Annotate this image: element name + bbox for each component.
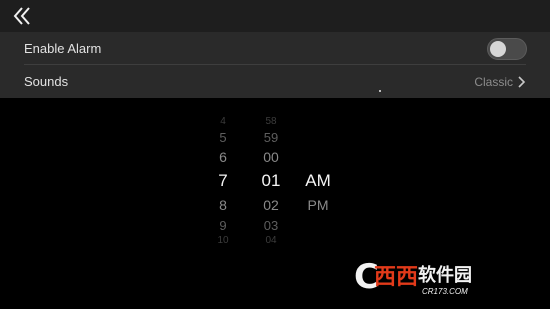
- enable-alarm-toggle[interactable]: [487, 38, 527, 60]
- watermark-name: 软件园: [418, 265, 472, 286]
- sounds-label: Sounds: [24, 74, 69, 89]
- ampm-option[interactable]: PM: [288, 197, 348, 213]
- minute-option[interactable]: 03: [241, 218, 301, 233]
- watermark-url: CR173.COM: [422, 287, 468, 296]
- chevron-right-icon: [518, 76, 526, 88]
- ampm-selected[interactable]: AM: [288, 171, 348, 191]
- minute-option[interactable]: 58: [241, 116, 301, 127]
- watermark: C 西西 软件园 CR173.COM: [354, 258, 544, 298]
- sounds-value: Classic: [474, 75, 513, 89]
- watermark-logo: 西西: [374, 265, 419, 290]
- settings-panel: Enable Alarm Sounds Classic: [0, 32, 550, 98]
- stray-dot: [379, 90, 381, 92]
- top-bar: [0, 0, 550, 32]
- back-chevron-icon[interactable]: [12, 5, 34, 27]
- minute-option[interactable]: 59: [241, 130, 301, 145]
- minute-option[interactable]: 04: [241, 235, 301, 246]
- enable-alarm-label: Enable Alarm: [24, 41, 102, 56]
- toggle-knob: [490, 41, 506, 57]
- sounds-row[interactable]: Sounds Classic: [0, 65, 550, 98]
- enable-alarm-row: Enable Alarm: [0, 32, 550, 65]
- minute-option[interactable]: 00: [241, 149, 301, 165]
